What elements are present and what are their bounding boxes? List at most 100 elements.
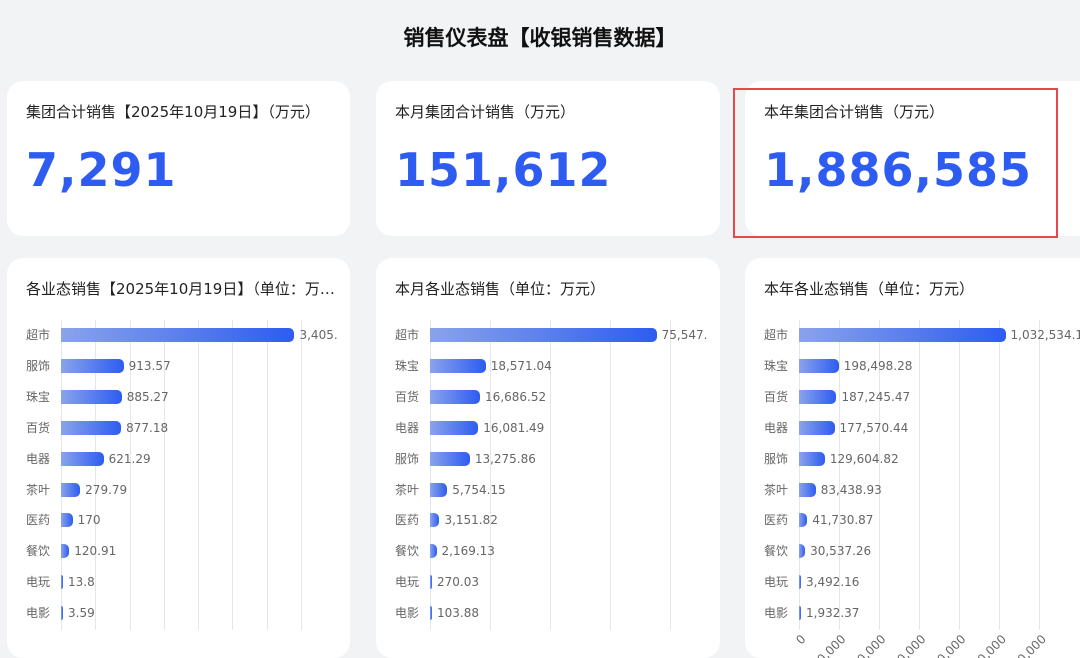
chart-card-year: 本年各业态销售（单位：万元） 超市1,032,534.1珠宝198,498.28… — [745, 258, 1080, 658]
value-label: 120.91 — [74, 543, 116, 559]
bar — [799, 606, 801, 620]
category-label: 医药 — [395, 512, 419, 528]
category-label: 服饰 — [764, 451, 788, 467]
bar — [61, 421, 121, 435]
value-label: 3,151.82 — [444, 512, 497, 528]
category-label: 超市 — [26, 327, 50, 343]
bar — [430, 513, 439, 527]
value-label: 13,275.86 — [475, 451, 536, 467]
value-label: 5,754.15 — [452, 482, 505, 498]
category-label: 电器 — [395, 420, 419, 436]
bar — [799, 390, 836, 404]
kpi-card-month: 本月集团合计销售（万元） 151,612 — [376, 81, 720, 236]
value-label: 198,498.28 — [844, 358, 913, 374]
bar — [61, 575, 63, 589]
bar — [430, 359, 486, 373]
gridline — [301, 320, 302, 630]
value-label: 30,537.26 — [810, 543, 871, 559]
category-label: 医药 — [26, 512, 50, 528]
bar — [61, 390, 122, 404]
value-label: 877.18 — [126, 420, 168, 436]
value-label: 83,438.93 — [821, 482, 882, 498]
value-label: 103.88 — [437, 605, 479, 621]
bar-chart: 超市75,547.珠宝18,571.04百货16,686.52电器16,081.… — [376, 258, 720, 658]
category-label: 餐饮 — [26, 543, 50, 559]
category-label: 服饰 — [395, 451, 419, 467]
value-label: 13.8 — [68, 574, 95, 590]
value-label: 621.29 — [109, 451, 151, 467]
value-label: 16,081.49 — [483, 420, 544, 436]
bar-chart: 超市1,032,534.1珠宝198,498.28百货187,245.47电器1… — [745, 258, 1080, 658]
bar — [61, 606, 63, 620]
category-label: 百货 — [764, 389, 788, 405]
axis-tick-label: 600,000 — [884, 632, 929, 658]
category-label: 电玩 — [26, 574, 50, 590]
value-label: 270.03 — [437, 574, 479, 590]
category-label: 珠宝 — [395, 358, 419, 374]
category-label: 茶叶 — [395, 482, 419, 498]
category-label: 茶叶 — [26, 482, 50, 498]
bar — [61, 483, 80, 497]
bar — [799, 513, 807, 527]
bar — [61, 513, 73, 527]
kpi-label: 集团合计销售【2025年10月19日】（万元） — [26, 101, 336, 122]
value-label: 18,571.04 — [491, 358, 552, 374]
value-label: 170 — [78, 512, 101, 528]
bar — [61, 452, 104, 466]
category-label: 电器 — [26, 451, 50, 467]
category-label: 电影 — [395, 605, 419, 621]
highlight-box — [733, 88, 1058, 238]
bar — [430, 606, 432, 620]
gridline — [999, 320, 1000, 630]
category-label: 电影 — [764, 605, 788, 621]
value-label: 3,405. — [299, 327, 337, 343]
value-label: 913.57 — [129, 358, 171, 374]
bar — [799, 359, 839, 373]
kpi-label: 本月集团合计销售（万元） — [395, 101, 705, 122]
category-label: 珠宝 — [764, 358, 788, 374]
category-label: 百货 — [395, 389, 419, 405]
gridline — [198, 320, 199, 630]
bar — [61, 544, 69, 558]
gridline — [1039, 320, 1040, 630]
bar — [430, 390, 480, 404]
value-label: 279.79 — [85, 482, 127, 498]
value-label: 3,492.16 — [806, 574, 859, 590]
bar — [430, 328, 657, 342]
bar — [799, 483, 816, 497]
value-label: 75,547. — [662, 327, 708, 343]
bar-chart: 超市3,405.服饰913.57珠宝885.27百货877.18电器621.29… — [7, 258, 350, 658]
value-label: 187,245.47 — [841, 389, 910, 405]
category-label: 医药 — [764, 512, 788, 528]
category-label: 超市 — [764, 327, 788, 343]
bar — [799, 544, 805, 558]
category-label: 电玩 — [395, 574, 419, 590]
gridline — [919, 320, 920, 630]
value-label: 3.59 — [68, 605, 95, 621]
bar — [430, 544, 437, 558]
value-label: 1,932.37 — [806, 605, 859, 621]
bar — [61, 328, 294, 342]
kpi-card-today: 集团合计销售【2025年10月19日】（万元） 7,291 — [7, 81, 350, 236]
category-label: 超市 — [395, 327, 419, 343]
bar — [430, 483, 447, 497]
category-label: 茶叶 — [764, 482, 788, 498]
kpi-value: 7,291 — [26, 143, 177, 197]
axis-tick-label: 200,000 — [804, 632, 849, 658]
bar — [799, 575, 801, 589]
bar — [430, 575, 432, 589]
gridline — [267, 320, 268, 630]
value-label: 41,730.87 — [812, 512, 873, 528]
bar — [799, 328, 1006, 342]
value-label: 2,169.13 — [442, 543, 495, 559]
axis-tick-label: 400,000 — [844, 632, 889, 658]
chart-card-month: 本月各业态销售（单位：万元） 超市75,547.珠宝18,571.04百货16,… — [376, 258, 720, 658]
category-label: 服饰 — [26, 358, 50, 374]
value-label: 177,570.44 — [840, 420, 909, 436]
bar — [430, 421, 478, 435]
chart-card-today: 各业态销售【2025年10月19日】（单位：万元） 超市3,405.服饰913.… — [7, 258, 350, 658]
kpi-value: 151,612 — [395, 143, 612, 197]
value-label: 129,604.82 — [830, 451, 899, 467]
axis-tick-label: 0 — [794, 632, 809, 647]
category-label: 电器 — [764, 420, 788, 436]
